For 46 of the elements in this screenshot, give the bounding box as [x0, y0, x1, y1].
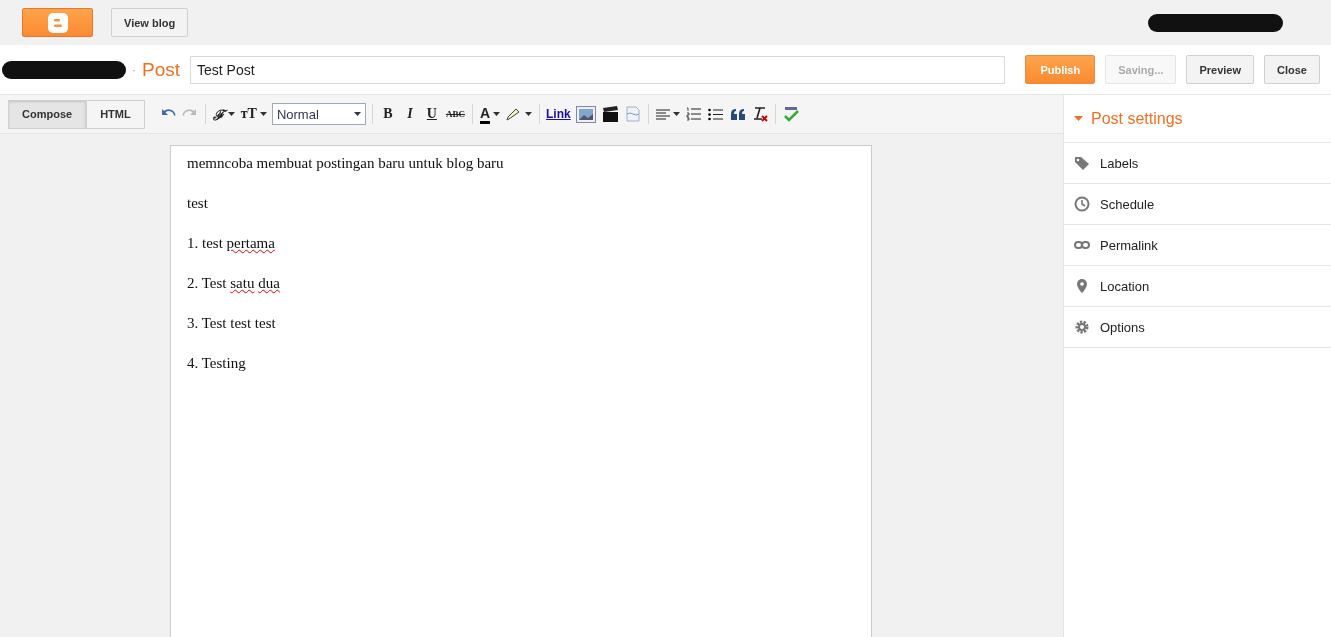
- blogger-logo-icon: [47, 12, 68, 33]
- clock-icon: [1074, 196, 1090, 212]
- text-color-button[interactable]: A: [478, 102, 502, 126]
- paragraph: memncoba membuat postingan baru untuk blog baru: [187, 154, 505, 173]
- section-title: Post: [142, 58, 181, 81]
- align-left-icon: [655, 108, 670, 120]
- blogger-logo-button[interactable]: [22, 8, 93, 37]
- header-button[interactable]: Close: [1264, 55, 1320, 84]
- separator-dot: ·: [132, 62, 136, 77]
- map-pin-icon: [1074, 278, 1090, 294]
- bold-button[interactable]: B: [378, 102, 397, 126]
- bulleted-list-icon: [708, 107, 724, 121]
- quote-icon: [730, 108, 745, 120]
- numbered-list-icon: [686, 107, 702, 121]
- image-icon: [575, 105, 596, 123]
- link-button[interactable]: Link: [546, 107, 571, 121]
- tag-icon: [1074, 155, 1090, 171]
- gear-icon: [1074, 319, 1090, 335]
- caret-icon: [493, 112, 501, 116]
- view-blog-button[interactable]: View blog: [111, 8, 189, 37]
- font-button[interactable]: ℱ: [211, 102, 236, 126]
- caret-icon: [1074, 116, 1083, 121]
- format-dropdown[interactable]: Normal: [271, 103, 366, 125]
- caret-icon: [672, 112, 680, 116]
- caret-icon: [227, 112, 235, 116]
- mode-tab[interactable]: HTML: [86, 99, 145, 129]
- clapperboard-icon: [601, 106, 619, 122]
- page-break-icon: [625, 106, 640, 122]
- strikethrough-button[interactable]: ABC: [444, 102, 466, 126]
- paragraph: test: [187, 194, 209, 213]
- editor-page[interactable]: memncoba membuat postingan baru untuk blog baru test 1. test pertama 2. Test satu dua 3. Test test test 4. Testing: [170, 145, 872, 637]
- mode-tab[interactable]: Compose: [8, 99, 87, 129]
- caret-icon: [353, 112, 361, 116]
- caret-icon: [259, 112, 267, 116]
- header-button[interactable]: Preview: [1186, 55, 1255, 84]
- paragraph: 2. Test satu dua: [187, 274, 281, 293]
- spellcheck-icon: [782, 106, 799, 122]
- italic-button[interactable]: I: [400, 102, 419, 126]
- underline-button[interactable]: U: [422, 102, 441, 126]
- paragraph: 4. Testing: [187, 354, 247, 373]
- post-title-field[interactable]: Test Post: [190, 55, 1006, 84]
- paragraph: 1. test pertama: [187, 234, 276, 253]
- caret-icon: [525, 112, 533, 116]
- paragraph: 3. Test test test: [187, 314, 277, 333]
- clear-formatting-icon: [751, 106, 768, 122]
- font-size-button[interactable]: тT: [239, 102, 268, 126]
